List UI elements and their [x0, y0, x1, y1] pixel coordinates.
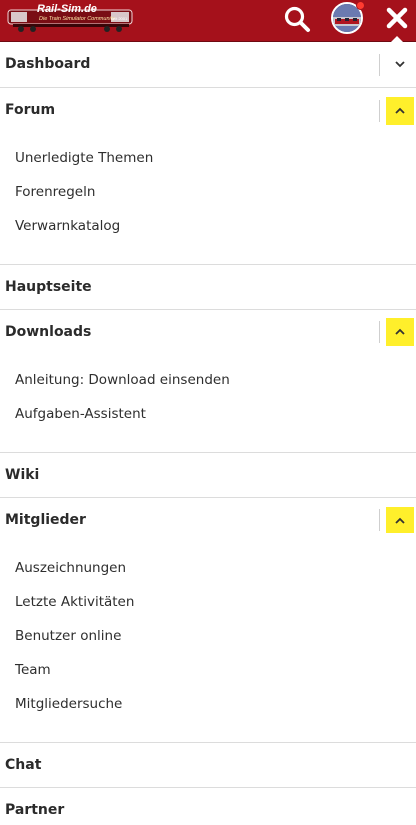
chevron-up-icon: [395, 517, 405, 524]
svg-text:Die Train Simulator Community: Die Train Simulator Community: [39, 16, 116, 22]
menu-label-chat[interactable]: Chat: [5, 757, 41, 773]
menu-label-partner[interactable]: Partner: [5, 802, 64, 818]
submenu-item-letzte-aktivitaeten[interactable]: Letzte Aktivitäten: [15, 594, 134, 610]
svg-text:seit 2001: seit 2001: [111, 16, 128, 21]
menu-item-dashboard[interactable]: Dashboard: [0, 43, 416, 88]
expand-dashboard-button[interactable]: [386, 51, 414, 79]
submenu-item-team[interactable]: Team: [15, 662, 51, 678]
submenu-item-anleitung-download-einsenden[interactable]: Anleitung: Download einsenden: [15, 372, 230, 388]
toggle-divider: [379, 509, 380, 531]
close-icon[interactable]: [386, 7, 408, 29]
submenu-item-aufgaben-assistent[interactable]: Aufgaben-Assistent: [15, 406, 146, 422]
chevron-up-icon: [395, 328, 405, 335]
submenu-item-auszeichnungen[interactable]: Auszeichnungen: [15, 560, 126, 576]
collapse-mitglieder-button[interactable]: [386, 507, 414, 533]
site-logo[interactable]: Rail-Sim.de Die Train Simulator Communit…: [7, 2, 135, 34]
menu-label-hauptseite[interactable]: Hauptseite: [5, 279, 92, 295]
notification-badge: [356, 1, 365, 10]
menu-label-mitglieder[interactable]: Mitglieder: [5, 512, 86, 528]
menu-label-wiki[interactable]: Wiki: [5, 467, 39, 483]
submenu-item-verwarnkatalog[interactable]: Verwarnkatalog: [15, 218, 120, 234]
menu-item-wiki[interactable]: Wiki: [0, 452, 416, 497]
menu-item-forum[interactable]: Forum: [0, 87, 416, 132]
menu-pointer: [390, 36, 404, 43]
submenu-item-benutzer-online[interactable]: Benutzer online: [15, 628, 121, 644]
top-header-bar: Rail-Sim.de Die Train Simulator Communit…: [0, 0, 416, 43]
toggle-divider: [379, 100, 380, 122]
menu-label-forum[interactable]: Forum: [5, 102, 55, 118]
chevron-down-icon: [395, 61, 405, 68]
submenu-item-forenregeln[interactable]: Forenregeln: [15, 184, 95, 200]
menu-item-hauptseite[interactable]: Hauptseite: [0, 264, 416, 309]
menu-item-downloads[interactable]: Downloads: [0, 309, 416, 354]
menu-item-chat[interactable]: Chat: [0, 742, 416, 787]
collapse-forum-button[interactable]: [386, 97, 414, 125]
menu-label-downloads[interactable]: Downloads: [5, 324, 91, 340]
submenu-item-unerledigte-themen[interactable]: Unerledigte Themen: [15, 150, 153, 166]
search-icon[interactable]: [283, 5, 311, 33]
chevron-up-icon: [395, 107, 405, 114]
menu-label-dashboard[interactable]: Dashboard: [5, 56, 90, 72]
collapse-downloads-button[interactable]: [386, 318, 414, 346]
toggle-divider: [379, 321, 380, 343]
menu-item-partner[interactable]: Partner: [0, 787, 416, 825]
toggle-divider: [379, 54, 380, 76]
svg-text:Rail-Sim.de: Rail-Sim.de: [37, 3, 97, 15]
menu-item-mitglieder[interactable]: Mitglieder: [0, 497, 416, 542]
submenu-item-mitgliedersuche[interactable]: Mitgliedersuche: [15, 696, 122, 712]
